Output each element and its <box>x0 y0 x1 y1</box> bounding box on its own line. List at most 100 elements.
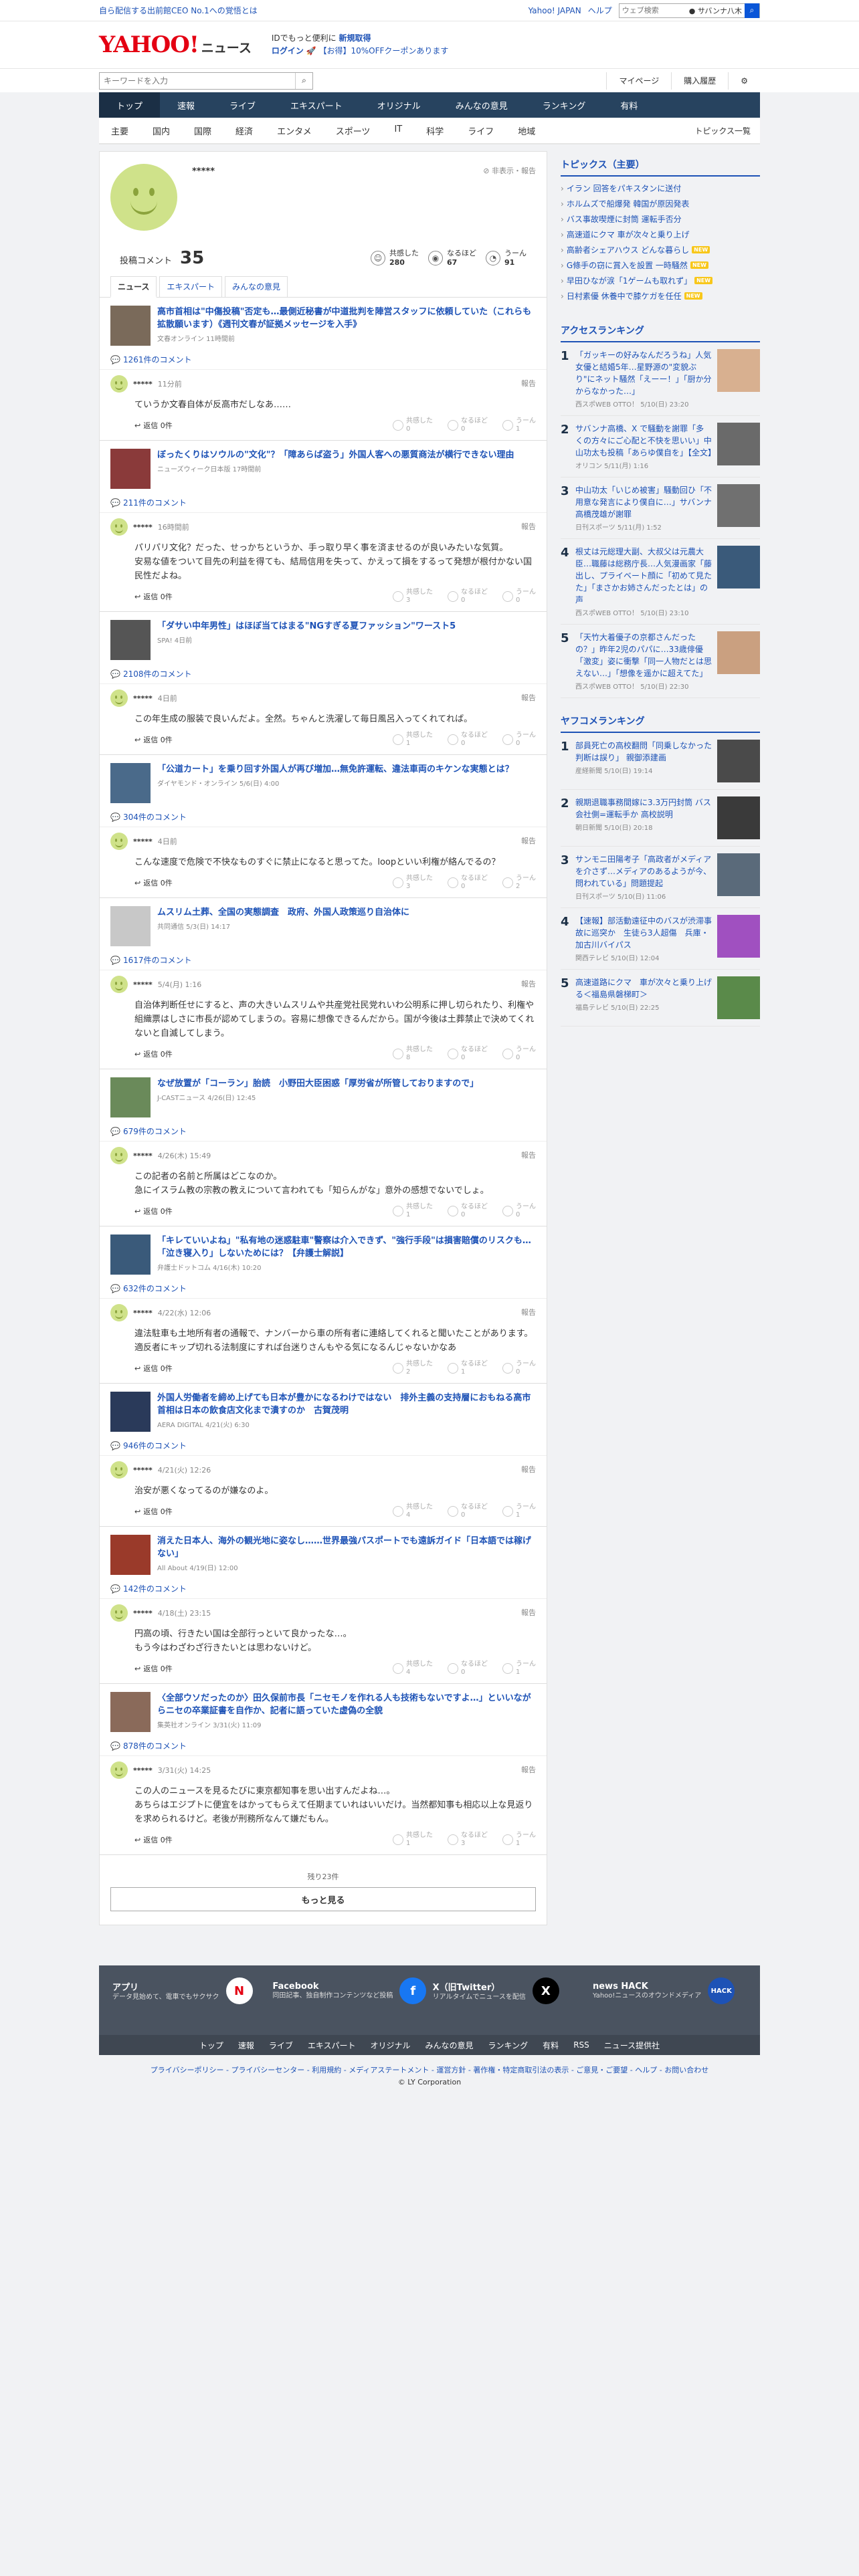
comment-count-link[interactable]: 💬 211件のコメント <box>100 494 547 512</box>
footer-link[interactable]: ランキング <box>488 2040 529 2051</box>
signup-link[interactable]: 新規取得 <box>339 33 371 43</box>
ranking-title[interactable]: 「天竹大着優子の京都さんだったの？」昨年2児のパパに…33歳俳優「激変」姿に衝撃… <box>575 631 712 679</box>
topic-item[interactable]: 高速道にクマ 車が次々と乗り上げ <box>561 227 760 242</box>
footer-app[interactable]: Facebook 同田記事、独自制作コンテンツなど投稿 f <box>272 1977 427 2004</box>
article-link[interactable]: 外国人労働者を締め上げても日本が豊かになるわけではない 排外主義の支持層におもね… <box>100 1384 547 1437</box>
report-link[interactable]: 報告 <box>521 378 536 389</box>
ranking-item[interactable]: 1 「ガッキーの好みなんだろうね」人気女優と結婚5年…星野源の"変貌ぶり"にネット… <box>561 342 760 416</box>
web-search-input[interactable] <box>619 3 686 17</box>
ranking-title[interactable]: 部員死亡の高校翻問「同乗しなかった判断は誤り」 親御添建画 <box>575 740 712 764</box>
vote-naruhodo-button[interactable]: なるほど 0 <box>448 1203 488 1219</box>
nav-item-7[interactable]: 有料 <box>603 92 655 118</box>
nav-item-5[interactable]: みんなの意見 <box>438 92 525 118</box>
subnav-item-1[interactable]: 国内 <box>140 124 182 137</box>
promo-link[interactable]: 自ら配信する出前館CEO No.1への覚悟とは <box>99 5 258 16</box>
vote-uun-button[interactable]: うーん 0 <box>502 588 536 605</box>
comment-count-link[interactable]: 💬 946件のコメント <box>100 1437 547 1455</box>
ranking-thumbnail[interactable] <box>717 976 760 1019</box>
article-thumbnail[interactable] <box>110 906 151 946</box>
article-thumbnail[interactable] <box>110 763 151 803</box>
nav-item-3[interactable]: エキスパート <box>273 92 360 118</box>
vote-empathy-button[interactable]: 共感した 2 <box>393 1360 433 1376</box>
report-link[interactable]: 報告 <box>521 835 536 846</box>
help-link[interactable]: ヘルプ <box>588 5 612 16</box>
article-title[interactable]: 〈全部ウソだったのか〉田久保前市長「ニセモノを作れる人も技術もないですよ…」とい… <box>157 1692 536 1717</box>
subnav-item-3[interactable]: 経済 <box>223 124 265 137</box>
keyword-input[interactable] <box>100 72 295 89</box>
ranking-thumbnail[interactable] <box>717 631 760 674</box>
vote-uun-button[interactable]: うーん 2 <box>502 875 536 891</box>
subnav-item-2[interactable]: 国際 <box>182 124 223 137</box>
ranking-title[interactable]: 「ガッキーの好みなんだろうね」人気女優と結婚5年…星野源の"変貌ぶり"にネット騒… <box>575 349 712 397</box>
ranking-item[interactable]: 3 中山功太「いじめ被害」騒動回ひ「不用意な発言により僕自に…」サバンナ高橋茂雄が… <box>561 477 760 539</box>
comment-count-link[interactable]: 💬 142件のコメント <box>100 1580 547 1598</box>
reply-button[interactable]: ↩ 返信 0件 <box>134 1049 173 1059</box>
ranking-thumbnail[interactable] <box>717 853 760 896</box>
topic-item[interactable]: 早田ひなが涙「1ゲームも取れず」NEW <box>561 273 760 288</box>
topic-item[interactable]: バス事故喫煙に封筒 運転手否分 <box>561 211 760 227</box>
vote-empathy-button[interactable]: 共感した 8 <box>393 1046 433 1062</box>
comment-count-link[interactable]: 💬 1617件のコメント <box>100 952 547 970</box>
vote-naruhodo-button[interactable]: なるほど 0 <box>448 875 488 891</box>
coupon-link[interactable]: 【お得】10%OFFクーポンあります <box>318 46 448 56</box>
ranking-title[interactable]: 親期退職事務間嫁に3.3万円封筒 バス会社側=運転手か 高校説明 <box>575 796 712 821</box>
article-thumbnail[interactable] <box>110 1392 151 1432</box>
report-link[interactable]: 報告 <box>521 692 536 703</box>
report-link[interactable]: 報告 <box>521 1607 536 1618</box>
article-title[interactable]: ムスリム土葬、全国の実態調査 政府、外国人政策巡り自治体に <box>157 906 409 919</box>
nav-item-6[interactable]: ランキング <box>525 92 603 118</box>
reply-button[interactable]: ↩ 返信 0件 <box>134 1663 173 1674</box>
footer-link[interactable]: RSS <box>573 2040 589 2050</box>
vote-naruhodo-button[interactable]: なるほど 0 <box>448 588 488 605</box>
ranking-thumbnail[interactable] <box>717 796 760 839</box>
topic-item[interactable]: イラン 回答をパキスタンに送付 <box>561 181 760 196</box>
article-thumbnail[interactable] <box>110 1235 151 1275</box>
article-link[interactable]: 高市首相は"中傷投稿"否定も…最側近秘書が中道批判を陣営スタッフに依頼していた（… <box>100 298 547 351</box>
article-title[interactable]: 「ダサい中年男性」はほぼ当てはまる"NGすぎる夏ファッション"ワースト5 <box>157 620 456 633</box>
nav-item-4[interactable]: オリジナル <box>360 92 438 118</box>
footer-link[interactable]: ライブ <box>269 2040 293 2051</box>
reply-button[interactable]: ↩ 返信 0件 <box>134 591 173 602</box>
reply-button[interactable]: ↩ 返信 0件 <box>134 420 173 431</box>
footer-app[interactable]: X（旧Twitter） リアルタイムでニュースを配信 X <box>433 1977 587 2004</box>
footer-policy-links[interactable]: プライバシーポリシー - プライバシーセンター - 利用規約 - メディアステー… <box>99 2055 760 2078</box>
article-link[interactable]: 「公道カート」を乗り回す外国人が再び増加…無免許運転、違法車両のキケンな実態とは… <box>100 755 547 809</box>
nav-item-2[interactable]: ライブ <box>212 92 273 118</box>
vote-uun-button[interactable]: うーん 1 <box>502 417 536 433</box>
ranking-item[interactable]: 4 【速報】部活動遠征中のバスが渋滞事故に巡突か 生徒ら3人超傷 兵庫・加古川バイ… <box>561 908 760 970</box>
article-title[interactable]: 「公道カート」を乗り回す外国人が再び増加…無免許運転、違法車両のキケンな実態とは… <box>157 763 514 776</box>
article-title[interactable]: 外国人労働者を締め上げても日本が豊かになるわけではない 排外主義の支持層におもね… <box>157 1392 536 1417</box>
ranking-thumbnail[interactable] <box>717 484 760 527</box>
comment-count-link[interactable]: 💬 304件のコメント <box>100 809 547 827</box>
ranking-title[interactable]: 根丈は元総理大副、大叔父は元農大臣…職藤は総務庁長…人気漫画家「藤出し、プライベ… <box>575 546 712 606</box>
article-title[interactable]: 消えた日本人、海外の観光地に姿なし……世界最強パスポートでも遠訴ガイド「日本語で… <box>157 1535 536 1560</box>
search-icon[interactable]: ⌕ <box>295 72 312 89</box>
report-link[interactable]: 報告 <box>521 1150 536 1160</box>
yahoo-news-logo[interactable]: YAHOO! ニュース <box>99 31 252 58</box>
vote-empathy-button[interactable]: 共感した 1 <box>393 1832 433 1848</box>
search-pill[interactable]: ● サバンナ八木 <box>686 5 745 16</box>
vote-empathy-button[interactable]: 共感した 3 <box>393 875 433 891</box>
tab-news[interactable]: ニュース <box>110 276 157 298</box>
hide-report-link[interactable]: ⊘ 非表示・報告 <box>483 165 536 176</box>
yahoo-japan-link[interactable]: Yahoo! JAPAN <box>529 6 581 15</box>
subnav-item-9[interactable]: 地域 <box>506 124 547 137</box>
ranking-title[interactable]: サンモニ田陽考子「高政者がメディアを介さず…メディアのあるようが今、問われている… <box>575 853 712 889</box>
vote-uun-button[interactable]: うーん 0 <box>502 1203 536 1219</box>
reply-button[interactable]: ↩ 返信 0件 <box>134 734 173 745</box>
vote-naruhodo-button[interactable]: なるほど 0 <box>448 417 488 433</box>
footer-link[interactable]: 有料 <box>543 2040 559 2051</box>
vote-naruhodo-button[interactable]: なるほど 0 <box>448 1046 488 1062</box>
footer-app[interactable]: news HACK Yahoo!ニュースのオウンドメディア HACK <box>593 1977 747 2004</box>
reply-button[interactable]: ↩ 返信 0件 <box>134 877 173 888</box>
report-link[interactable]: 報告 <box>521 1464 536 1475</box>
vote-uun-button[interactable]: うーん 1 <box>502 1832 536 1848</box>
vote-naruhodo-button[interactable]: なるほど 3 <box>448 1832 488 1848</box>
subnav-item-8[interactable]: ライフ <box>456 124 506 137</box>
footer-link[interactable]: トップ <box>199 2040 223 2051</box>
ranking-thumbnail[interactable] <box>717 423 760 465</box>
vote-empathy-button[interactable]: 共感した 4 <box>393 1660 433 1677</box>
ranking-item[interactable]: 4 根丈は元総理大副、大叔父は元農大臣…職藤は総務庁長…人気漫画家「藤出し、プライ… <box>561 539 760 625</box>
article-link[interactable]: 〈全部ウソだったのか〉田久保前市長「ニセモノを作れる人も技術もないですよ…」とい… <box>100 1684 547 1737</box>
ranking-thumbnail[interactable] <box>717 349 760 392</box>
